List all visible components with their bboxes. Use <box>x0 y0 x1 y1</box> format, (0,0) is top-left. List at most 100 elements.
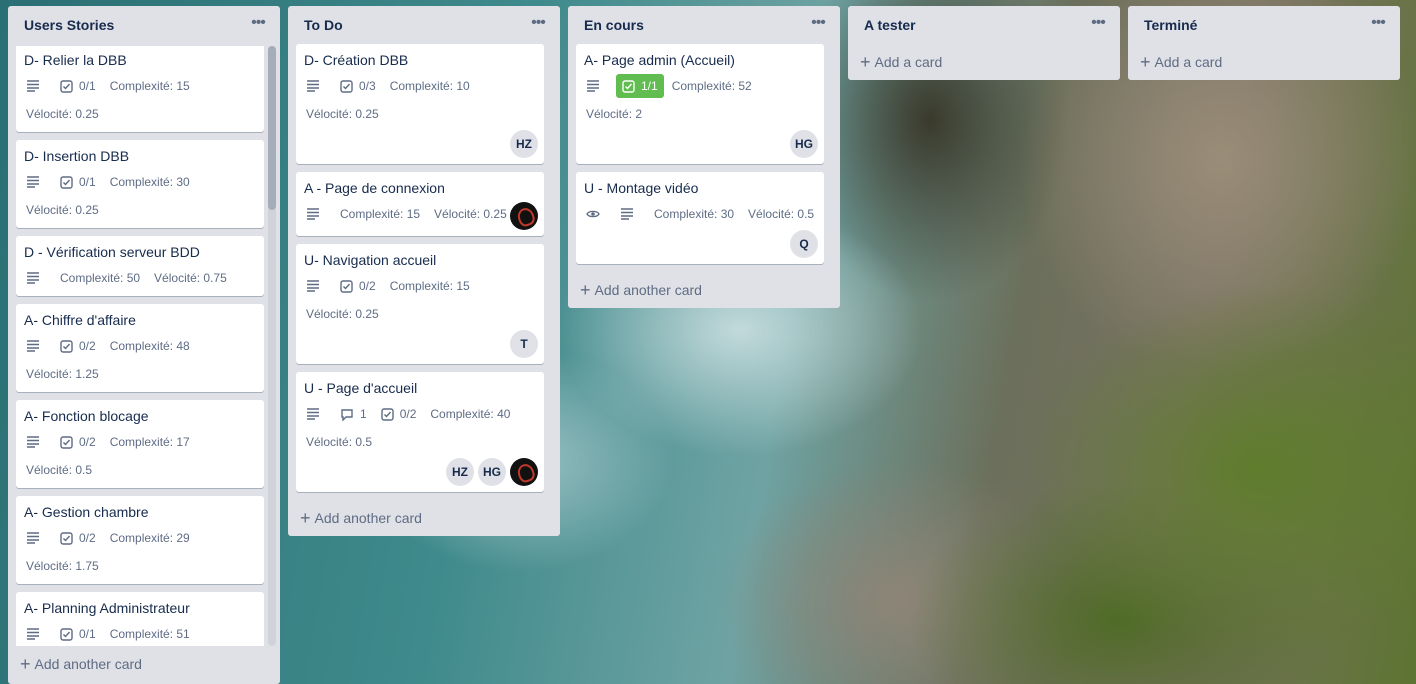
velocity-label: Vélocité: 0.75 <box>154 271 227 285</box>
card[interactable]: D - Vérification serveur BDD Complexité:… <box>16 236 264 296</box>
velocity-label: Vélocité: 1.25 <box>26 367 99 381</box>
card[interactable]: A- Page admin (Accueil) 1/1 Complexité: … <box>576 44 824 164</box>
avatar[interactable]: HZ <box>510 130 538 158</box>
description-icon <box>306 208 326 220</box>
more-horizontal-icon[interactable]: ••• <box>808 14 828 34</box>
card[interactable]: D- Insertion DBB 0/1 Complexité: 30 Vélo… <box>16 140 264 228</box>
checklist-badge: 0/1 <box>60 79 96 93</box>
card-members: HZ HG <box>442 458 538 486</box>
checklist-badge: 0/3 <box>340 79 376 93</box>
avatar[interactable]: HG <box>478 458 506 486</box>
card-title: D - Vérification serveur BDD <box>24 244 200 260</box>
checklist-badge: 0/2 <box>60 531 96 545</box>
card[interactable]: A - Page de connexion Complexité: 15 Vél… <box>296 172 544 236</box>
plus-icon: + <box>1140 52 1151 72</box>
description-icon <box>306 80 326 92</box>
card-badges: 0/2 Complexité: 48 <box>26 338 204 354</box>
card[interactable]: D- Relier la DBB 0/1 Complexité: 15 Vélo… <box>16 46 264 132</box>
checklist-badge: 0/1 <box>60 175 96 189</box>
checklist-badge: 0/2 <box>340 279 376 293</box>
velocity-label: Vélocité: 2 <box>586 107 643 121</box>
avatar-photo[interactable] <box>510 458 538 486</box>
card-members: HG <box>786 130 818 158</box>
complexity-label: Complexité: 40 <box>430 407 511 421</box>
card-title: A - Page de connexion <box>304 180 445 196</box>
add-card-button[interactable]: + Add another card <box>296 504 422 532</box>
avatar[interactable]: HG <box>790 130 818 158</box>
velocity-label: Vélocité: 0.25 <box>434 207 507 221</box>
card-badges: Vélocité: 0.25 <box>26 106 113 122</box>
add-card-button[interactable]: + Add a card <box>1136 48 1222 76</box>
description-icon <box>586 80 606 92</box>
velocity-label: Vélocité: 0.5 <box>306 435 373 449</box>
card-badges: 0/2 Complexité: 15 <box>306 278 484 294</box>
description-icon <box>26 176 46 188</box>
plus-icon: + <box>300 508 311 528</box>
avatar-photo[interactable] <box>510 202 538 230</box>
card-badges: Vélocité: 0.5 <box>26 462 106 478</box>
avatar[interactable]: Q <box>790 230 818 258</box>
checklist-icon <box>60 435 73 449</box>
card[interactable]: U - Montage vidéo Complexité: 30 Vélocit… <box>576 172 824 264</box>
avatar[interactable]: HZ <box>446 458 474 486</box>
card-title: U - Page d'accueil <box>304 380 418 396</box>
add-card-button[interactable]: + Add another card <box>16 650 142 678</box>
card-badges: Complexité: 15 Vélocité: 0.25 <box>306 206 521 222</box>
list-header[interactable]: Users Stories ••• <box>8 6 280 46</box>
plus-icon: + <box>580 280 591 300</box>
more-horizontal-icon[interactable]: ••• <box>1088 14 1108 34</box>
card[interactable]: U- Navigation accueil 0/2 Complexité: 15… <box>296 244 544 364</box>
card[interactable]: U - Page d'accueil 1 0/2 Complexité: 40 … <box>296 372 544 492</box>
complexity-label: Complexité: 17 <box>109 435 190 449</box>
list-title[interactable]: To Do <box>304 17 343 33</box>
list-title[interactable]: A tester <box>864 17 916 33</box>
list-scrollbar[interactable] <box>268 46 276 646</box>
checklist-badge: 0/2 <box>60 339 96 353</box>
scrollbar-thumb[interactable] <box>268 46 276 210</box>
list-title[interactable]: En cours <box>584 17 644 33</box>
more-horizontal-icon[interactable]: ••• <box>528 14 548 34</box>
card-badges: Vélocité: 2 <box>586 106 656 122</box>
list-title[interactable]: Terminé <box>1144 17 1197 33</box>
list-header[interactable]: To Do ••• <box>288 6 560 46</box>
plus-icon: + <box>860 52 871 72</box>
avatar[interactable]: T <box>510 330 538 358</box>
card-badges: Vélocité: 0.25 <box>306 106 393 122</box>
complexity-label: Complexité: 30 <box>109 175 190 189</box>
add-card-button[interactable]: + Add another card <box>576 276 702 304</box>
card[interactable]: A- Gestion chambre 0/2 Complexité: 29 Vé… <box>16 496 264 584</box>
card-members: HZ <box>506 130 538 158</box>
card-badges: Vélocité: 0.5 <box>306 434 386 450</box>
more-horizontal-icon[interactable]: ••• <box>248 14 268 34</box>
card-badges: 1 0/2 Complexité: 40 <box>306 406 524 422</box>
description-icon <box>26 340 46 352</box>
checklist-icon <box>340 79 353 93</box>
list-header[interactable]: Terminé ••• <box>1128 6 1400 46</box>
card-badges: Vélocité: 1.25 <box>26 366 113 382</box>
more-horizontal-icon[interactable]: ••• <box>1368 14 1388 34</box>
card-badges: Vélocité: 0.25 <box>306 306 393 322</box>
add-card-button[interactable]: + Add a card <box>856 48 942 76</box>
checklist-icon <box>60 175 73 189</box>
card-title: U - Montage vidéo <box>584 180 699 196</box>
list-header[interactable]: En cours ••• <box>568 6 840 46</box>
velocity-label: Vélocité: 0.25 <box>26 203 99 217</box>
card[interactable]: A- Chiffre d'affaire 0/2 Complexité: 48 … <box>16 304 264 392</box>
comment-icon <box>341 408 353 421</box>
card-badges: 0/1 Complexité: 51 <box>26 626 204 642</box>
complexity-label: Complexité: 29 <box>109 531 190 545</box>
card[interactable]: D- Création DBB 0/3 Complexité: 10 Véloc… <box>296 44 544 164</box>
checklist-complete-badge: 1/1 <box>616 74 664 98</box>
list-title[interactable]: Users Stories <box>24 17 114 33</box>
checklist-icon <box>622 79 635 93</box>
watch-icon <box>586 209 606 219</box>
list-header[interactable]: A tester ••• <box>848 6 1120 46</box>
checklist-icon <box>60 531 73 545</box>
card[interactable]: A- Fonction blocage 0/2 Complexité: 17 V… <box>16 400 264 488</box>
complexity-label: Complexité: 30 <box>654 207 735 221</box>
complexity-label: Complexité: 50 <box>60 271 141 285</box>
card[interactable]: A- Planning Administrateur 0/1 Complexit… <box>16 592 264 646</box>
complexity-label: Complexité: 48 <box>109 339 190 353</box>
card-badges: 0/2 Complexité: 17 <box>26 434 204 450</box>
velocity-label: Vélocité: 0.5 <box>748 207 815 221</box>
